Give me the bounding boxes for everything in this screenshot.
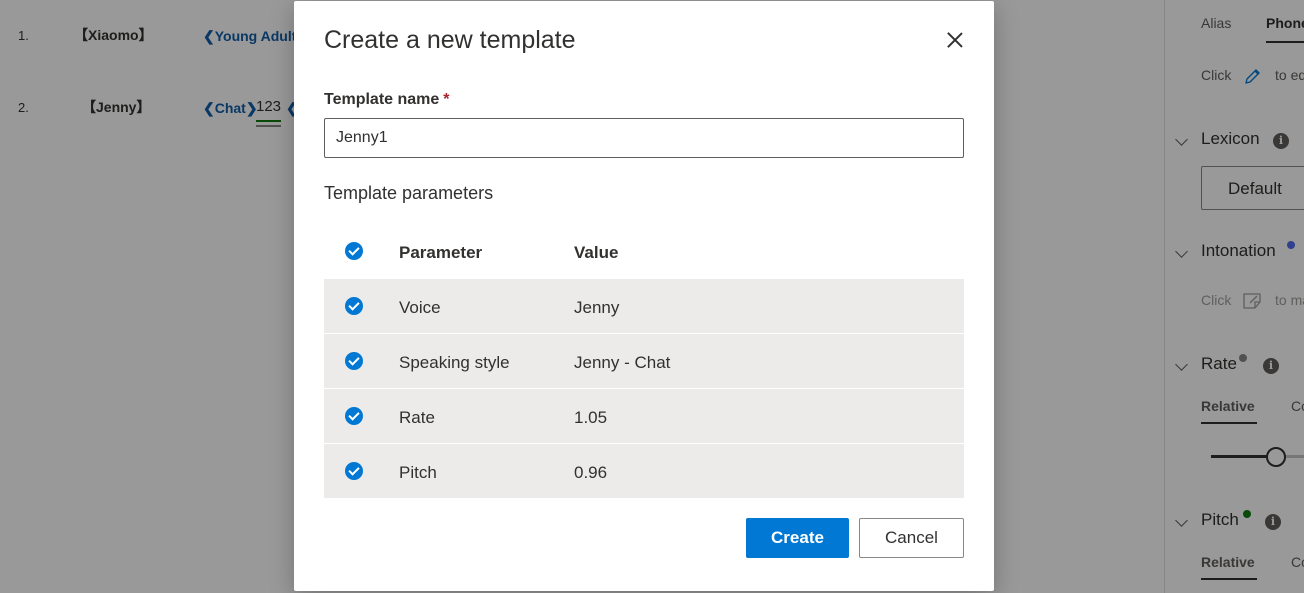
table-header-row: Parameter Value — [324, 224, 964, 279]
dialog-title: Create a new template — [324, 26, 576, 54]
row-checkbox[interactable] — [345, 297, 363, 315]
table-row[interactable]: Speaking style Jenny - Chat — [324, 334, 964, 389]
parameter-cell: Rate — [399, 408, 435, 427]
cancel-button[interactable]: Cancel — [859, 518, 964, 558]
create-template-dialog: Create a new template Template name* Tem… — [294, 1, 994, 591]
parameter-cell: Pitch — [399, 463, 437, 482]
parameter-cell: Voice — [399, 298, 441, 317]
value-cell: 1.05 — [574, 408, 608, 427]
select-all-checkbox[interactable] — [345, 242, 363, 260]
row-checkbox[interactable] — [345, 462, 363, 480]
row-checkbox[interactable] — [345, 407, 363, 425]
parameters-table: Parameter Value Voice Jenny Speaking sty… — [324, 224, 964, 499]
table-row[interactable]: Pitch 0.96 — [324, 444, 964, 499]
table-row[interactable]: Rate 1.05 — [324, 389, 964, 444]
required-marker: * — [443, 91, 450, 108]
header-value: Value — [574, 243, 619, 262]
template-parameters-title: Template parameters — [324, 183, 494, 203]
row-checkbox[interactable] — [345, 352, 363, 370]
create-button[interactable]: Create — [746, 518, 849, 558]
template-name-label: Template name * — [324, 91, 450, 109]
parameter-cell: Speaking style — [399, 353, 510, 372]
value-cell: 0.96 — [574, 463, 608, 482]
value-cell: Jenny — [574, 298, 620, 317]
template-name-input[interactable] — [324, 118, 964, 158]
template-name-label-text: Template name — [324, 91, 440, 108]
table-row[interactable]: Voice Jenny — [324, 279, 964, 334]
header-parameter: Parameter — [399, 243, 483, 262]
close-icon[interactable] — [942, 27, 968, 53]
value-cell: Jenny - Chat — [574, 353, 671, 372]
